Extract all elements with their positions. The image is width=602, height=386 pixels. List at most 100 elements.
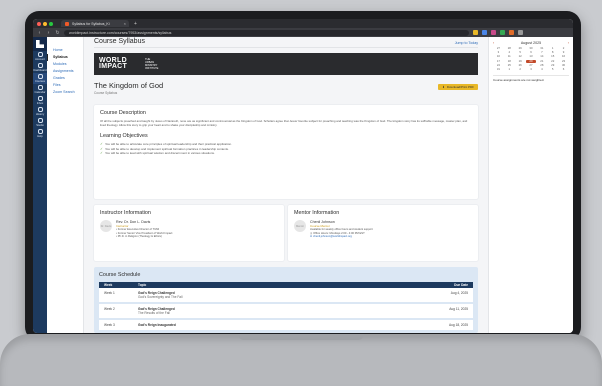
calendar-header: ‹ August 2025 ›: [493, 41, 569, 45]
extension-icon[interactable]: [482, 30, 487, 35]
rail-courses[interactable]: Courses: [33, 73, 47, 84]
course-description-text: Of all the subjects preached and taught …: [100, 119, 468, 127]
new-tab-icon[interactable]: +: [134, 21, 137, 27]
account-icon: [37, 52, 43, 57]
cell-due: Aug 4, 2025: [354, 288, 473, 304]
extension-icon[interactable]: [500, 30, 505, 35]
laptop-base: [0, 334, 602, 386]
check-icon: ✓: [100, 151, 103, 156]
maximize-window-icon[interactable]: [49, 21, 53, 26]
course-nav-grades[interactable]: Grades: [47, 75, 83, 82]
calendar-day[interactable]: 6: [558, 67, 569, 72]
canvas-app: Account Dashboard Courses Calendar Inbox…: [33, 37, 573, 333]
close-window-icon[interactable]: [37, 21, 41, 26]
mail-icon: ✉: [310, 235, 313, 239]
calendar-day[interactable]: 3: [526, 67, 537, 72]
screen: Syllabus for Syllabus_Ki × + ‹ › ↻ world…: [33, 19, 573, 333]
calendar-grid: 27 28 29 30 31 1 2 3 4 5 6 7 8 9 10 11 12 13 14 15 16 17 18 19 2…: [493, 46, 569, 72]
prev-month-icon[interactable]: ‹: [493, 41, 494, 45]
favicon-icon: [65, 21, 69, 26]
rail-account[interactable]: Account: [33, 51, 47, 62]
course-nav-assignments[interactable]: Assignments: [47, 68, 83, 75]
course-nav-syllabus[interactable]: Syllabus: [47, 54, 83, 61]
extension-icon[interactable]: [509, 30, 514, 35]
browser-toolbar: ‹ › ↻ worldimpact.instructure.com/course…: [33, 28, 573, 37]
table-row: Week 1 God's Reign Challenged God's Sover…: [99, 288, 473, 304]
page-header: Course Syllabus Jump to Today: [94, 37, 478, 48]
studio-icon: [37, 118, 43, 123]
close-tab-icon[interactable]: ×: [124, 21, 126, 26]
calendar-day[interactable]: 4: [536, 67, 547, 72]
course-description-heading: Course Description: [100, 110, 146, 116]
schedule-table: Week Topic Due Date Week 1 God's Reign C…: [99, 282, 473, 332]
page-title: Course Syllabus: [94, 38, 145, 45]
calendar-note: Course assignments are not weighted.: [493, 74, 569, 82]
table-row: Week 2 God's Reign Challenged The Results…: [99, 303, 473, 320]
world-impact-banner: WORLD IMPACT THE URBAN MINISTRY INSTITUTE: [94, 53, 478, 75]
inbox-icon: [37, 96, 43, 101]
mentor-avatar: Mentor: [294, 220, 306, 232]
courses-icon: [37, 74, 43, 79]
forward-icon[interactable]: ›: [46, 30, 51, 36]
right-sidebar: ‹ August 2025 › 27 28 29 30 31 1 2 3 4 5 6 7 8 9 10 11 1…: [488, 37, 573, 333]
course-nav-home[interactable]: Home: [47, 47, 83, 54]
cell-week: Week 3: [99, 319, 133, 332]
history-icon: [37, 107, 43, 112]
rail-inbox[interactable]: Inbox: [33, 95, 47, 106]
profile-icon[interactable]: [518, 30, 523, 35]
rail-studio[interactable]: Studio: [33, 117, 47, 128]
course-navigation: Home Syllabus Modules Assignments Grades…: [47, 37, 84, 333]
instructor-avatar: Dr. Davis: [100, 220, 112, 232]
course-subtitle: Course Syllabus: [94, 91, 118, 95]
main-content: Course Syllabus Jump to Today WORLD IMPA…: [84, 37, 488, 333]
url-text: worldimpact.instructure.com/courses/7953…: [69, 30, 172, 35]
mentor-email-link[interactable]: ✉ chenil.johnson@worldimpact.org: [310, 235, 373, 239]
cell-due: Aug 18, 2025: [354, 319, 473, 332]
description-card: Course Description Of all the subjects p…: [94, 105, 478, 199]
extension-icon[interactable]: [491, 30, 496, 35]
browser-tab[interactable]: Syllabus for Syllabus_Ki ×: [61, 20, 129, 27]
objective-item: ✓ You will be able to lead with spiritual…: [100, 151, 215, 156]
jump-to-today-link[interactable]: Jump to Today: [455, 41, 478, 45]
banner-subtitle: THE URBAN MINISTRY INSTITUTE: [145, 58, 159, 70]
course-title-band: The Kingdom of God Course Syllabus ⬇ Dow…: [94, 81, 478, 95]
address-bar[interactable]: worldimpact.instructure.com/courses/7953…: [64, 29, 469, 36]
course-nav-files[interactable]: Files: [47, 82, 83, 89]
mentor-heading: Mentor Information: [294, 210, 340, 216]
cell-week: Week 2: [99, 303, 133, 320]
course-title: The Kingdom of God: [94, 81, 164, 90]
next-month-icon[interactable]: ›: [568, 41, 569, 45]
global-nav-rail: Account Dashboard Courses Calendar Inbox…: [33, 37, 47, 333]
calendar-day[interactable]: 31: [493, 67, 504, 72]
download-pdf-button[interactable]: ⬇ Download/Print PDF: [438, 84, 478, 90]
rail-calendar[interactable]: Calendar: [33, 84, 47, 95]
back-icon[interactable]: ‹: [37, 30, 42, 36]
learning-objectives-heading: Learning Objectives: [100, 133, 148, 139]
download-icon: ⬇: [442, 85, 445, 89]
rail-help[interactable]: Help: [33, 128, 47, 139]
calendar-day[interactable]: 1: [504, 67, 515, 72]
cell-topic: God's Reign Inaugurated: [133, 319, 355, 332]
rail-history[interactable]: History: [33, 106, 47, 117]
world-impact-logo: WORLD IMPACT: [99, 57, 128, 70]
help-icon: [37, 129, 43, 134]
cell-topic: God's Reign Challenged God's Sovereignty …: [133, 288, 355, 304]
course-schedule-heading: Course Schedule: [99, 272, 141, 278]
check-icon: ✓: [100, 146, 103, 151]
schedule-card: Course Schedule Week Topic Due Date Week…: [94, 267, 478, 333]
calendar-day[interactable]: 2: [515, 67, 526, 72]
reload-icon[interactable]: ↻: [55, 30, 60, 36]
calendar-icon: [37, 85, 43, 90]
cell-topic: God's Reign Challenged The Results of the…: [133, 303, 355, 320]
calendar-day[interactable]: 5: [547, 67, 558, 72]
calendar-month: August 2025: [520, 41, 542, 45]
laptop-lip: [238, 334, 364, 340]
rail-dashboard[interactable]: Dashboard: [33, 62, 47, 73]
browser-tabbar: Syllabus for Syllabus_Ki × +: [33, 19, 573, 28]
extension-icon[interactable]: [473, 30, 478, 35]
institution-logo[interactable]: [33, 37, 47, 51]
course-nav-modules[interactable]: Modules: [47, 61, 83, 68]
course-nav-zoom[interactable]: Zoom Search: [47, 89, 83, 96]
minimize-window-icon[interactable]: [43, 21, 47, 26]
instructor-heading: Instructor Information: [100, 210, 151, 216]
